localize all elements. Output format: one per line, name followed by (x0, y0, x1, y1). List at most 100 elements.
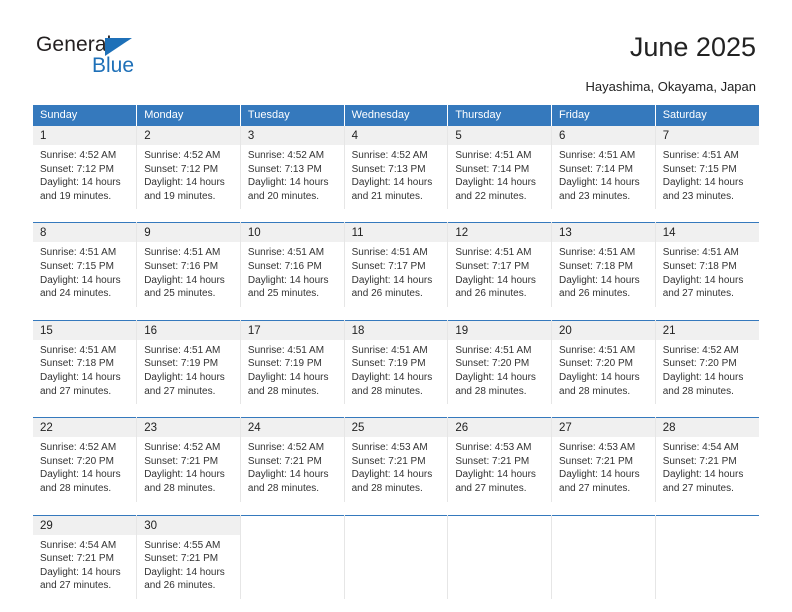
sunrise-text: Sunrise: 4:54 AM (40, 539, 117, 551)
day-number: 8 (33, 223, 137, 243)
day-sun-info: Sunrise: 4:52 AM Sunset: 7:21 PM Daylight:… (137, 437, 240, 501)
sunrise-text: Sunrise: 4:52 AM (40, 442, 117, 454)
day-sun-info: Sunrise: 4:52 AM Sunset: 7:13 PM Daylight:… (241, 145, 344, 209)
day-number: 27 (552, 418, 655, 438)
day-cell[interactable]: 27 Sunrise: 4:53 AM Sunset: 7:21 PM Dayligh… (551, 417, 656, 502)
day-number: 26 (448, 418, 552, 438)
sunrise-text: Sunrise: 4:52 AM (144, 442, 221, 454)
week-row: 15 Sunrise: 4:51 AM Sunset: 7:18 PM Dayligh… (33, 319, 759, 405)
day-cell[interactable]: 18 Sunrise: 4:51 AM Sunset: 7:19 PM Dayligh… (344, 319, 449, 405)
weekday-header-row: Sunday Monday Tuesday Wednesday Thursday… (33, 105, 759, 126)
daylight-text-line1: Daylight: 14 hours (40, 566, 121, 578)
daylight-text-line2: and 27 minutes. (559, 482, 631, 494)
day-cell[interactable]: 8 Sunrise: 4:51 AM Sunset: 7:15 PM Daylight… (33, 222, 138, 307)
daylight-text-line1: Daylight: 14 hours (559, 469, 640, 481)
day-cell[interactable]: 20 Sunrise: 4:51 AM Sunset: 7:20 PM Dayligh… (551, 319, 656, 405)
daylight-text-line2: and 19 minutes. (144, 190, 216, 202)
day-cell[interactable]: 15 Sunrise: 4:51 AM Sunset: 7:18 PM Dayligh… (33, 319, 138, 405)
day-cell[interactable]: 17 Sunrise: 4:51 AM Sunset: 7:19 PM Dayligh… (240, 319, 345, 405)
day-sun-info: Sunrise: 4:51 AM Sunset: 7:15 PM Daylight:… (33, 242, 136, 306)
day-cell[interactable]: 10 Sunrise: 4:51 AM Sunset: 7:16 PM Dayligh… (240, 222, 345, 307)
sunset-text: Sunset: 7:15 PM (662, 163, 737, 175)
day-cell[interactable]: 3 Sunrise: 4:52 AM Sunset: 7:13 PM Daylight… (240, 125, 345, 210)
day-sun-info: Sunrise: 4:52 AM Sunset: 7:12 PM Daylight:… (33, 145, 136, 209)
day-cell[interactable]: 21 Sunrise: 4:52 AM Sunset: 7:20 PM Dayligh… (655, 319, 759, 405)
day-cell[interactable]: 6 Sunrise: 4:51 AM Sunset: 7:14 PM Daylight… (551, 125, 656, 210)
day-number-placeholder (240, 515, 344, 535)
sunset-text: Sunset: 7:20 PM (559, 358, 633, 370)
day-cell[interactable]: 26 Sunrise: 4:53 AM Sunset: 7:21 PM Dayligh… (447, 417, 553, 502)
day-cell-empty (344, 514, 449, 599)
daylight-text-line1: Daylight: 14 hours (559, 274, 640, 286)
daylight-text-line2: and 28 minutes. (40, 482, 112, 494)
sunrise-text: Sunrise: 4:52 AM (247, 150, 325, 161)
day-cell[interactable]: 2 Sunrise: 4:52 AM Sunset: 7:12 PM Daylight… (136, 125, 241, 210)
sunrise-text: Sunrise: 4:54 AM (662, 442, 739, 454)
day-number: 29 (33, 515, 137, 535)
sunset-text: Sunset: 7:20 PM (455, 358, 530, 370)
calendar-table: Sunday Monday Tuesday Wednesday Thursday… (33, 105, 759, 599)
calendar-body: 1 Sunrise: 4:52 AM Sunset: 7:12 PM Daylight… (33, 125, 759, 599)
day-cell[interactable]: 4 Sunrise: 4:52 AM Sunset: 7:13 PM Daylight… (344, 125, 449, 210)
day-cell[interactable]: 23 Sunrise: 4:52 AM Sunset: 7:21 PM Dayligh… (136, 417, 241, 502)
day-number: 2 (137, 126, 240, 145)
week-row-spacer-cell (33, 209, 759, 223)
day-cell[interactable]: 12 Sunrise: 4:51 AM Sunset: 7:17 PM Dayligh… (447, 222, 553, 307)
sunset-text: Sunset: 7:13 PM (247, 163, 322, 175)
day-cell[interactable]: 19 Sunrise: 4:51 AM Sunset: 7:20 PM Dayligh… (447, 319, 553, 405)
sunset-text: Sunset: 7:18 PM (559, 260, 633, 272)
day-number: 24 (240, 418, 344, 438)
day-cell[interactable]: 24 Sunrise: 4:52 AM Sunset: 7:21 PM Dayligh… (240, 417, 345, 502)
day-cell[interactable]: 30 Sunrise: 4:55 AM Sunset: 7:21 PM Dayligh… (136, 514, 241, 599)
day-cell[interactable]: 29 Sunrise: 4:54 AM Sunset: 7:21 PM Dayligh… (33, 514, 138, 599)
day-cell[interactable]: 5 Sunrise: 4:51 AM Sunset: 7:14 PM Daylight… (447, 125, 553, 210)
sunrise-text: Sunrise: 4:51 AM (247, 247, 325, 259)
day-cell[interactable]: 25 Sunrise: 4:53 AM Sunset: 7:21 PM Dayligh… (344, 417, 449, 502)
general-blue-logo[interactable]: General Blue (36, 33, 216, 85)
week-row-spacer (33, 209, 759, 223)
day-sun-info: Sunrise: 4:51 AM Sunset: 7:18 PM Daylight:… (552, 242, 655, 306)
day-number: 5 (448, 126, 552, 145)
sunrise-text: Sunrise: 4:51 AM (559, 247, 636, 259)
day-sun-info: Sunrise: 4:51 AM Sunset: 7:14 PM Daylight:… (552, 145, 655, 209)
day-cell[interactable]: 1 Sunrise: 4:52 AM Sunset: 7:12 PM Daylight… (33, 125, 138, 210)
day-number: 7 (655, 126, 759, 145)
weekday-header-saturday: Saturday (655, 105, 759, 126)
daylight-text-line1: Daylight: 14 hours (455, 371, 536, 383)
day-cell[interactable]: 11 Sunrise: 4:51 AM Sunset: 7:17 PM Dayligh… (344, 222, 449, 307)
daylight-text-line2: and 28 minutes. (247, 482, 320, 494)
day-number: 28 (655, 418, 759, 438)
day-sun-info: Sunrise: 4:52 AM Sunset: 7:12 PM Daylight:… (137, 145, 240, 209)
daylight-text-line1: Daylight: 14 hours (559, 371, 640, 383)
daylight-text-line2: and 28 minutes. (351, 385, 423, 397)
sunrise-text: Sunrise: 4:55 AM (144, 539, 221, 551)
day-cell[interactable]: 28 Sunrise: 4:54 AM Sunset: 7:21 PM Dayligh… (655, 417, 759, 502)
daylight-text-line2: and 22 minutes. (455, 190, 527, 202)
day-number: 16 (137, 320, 240, 340)
sunset-text: Sunset: 7:21 PM (662, 455, 737, 467)
day-sun-info: Sunrise: 4:51 AM Sunset: 7:20 PM Daylight:… (448, 340, 551, 404)
sunset-text: Sunset: 7:19 PM (351, 358, 426, 370)
sunset-text: Sunset: 7:13 PM (351, 163, 426, 175)
daylight-text-line1: Daylight: 14 hours (662, 371, 744, 383)
sunrise-text: Sunrise: 4:53 AM (351, 442, 428, 454)
day-cell[interactable]: 22 Sunrise: 4:52 AM Sunset: 7:20 PM Dayligh… (33, 417, 138, 502)
day-cell[interactable]: 13 Sunrise: 4:51 AM Sunset: 7:18 PM Dayligh… (551, 222, 656, 307)
day-cell[interactable]: 16 Sunrise: 4:51 AM Sunset: 7:19 PM Dayligh… (136, 319, 241, 405)
sunset-text: Sunset: 7:14 PM (559, 163, 633, 175)
week-row-spacer-cell (33, 501, 759, 515)
day-cell[interactable]: 7 Sunrise: 4:51 AM Sunset: 7:15 PM Daylight… (655, 125, 759, 210)
day-cell[interactable]: 9 Sunrise: 4:51 AM Sunset: 7:16 PM Daylight… (136, 222, 241, 307)
daylight-text-line1: Daylight: 14 hours (40, 177, 121, 189)
week-row-spacer (33, 306, 759, 321)
daylight-text-line2: and 24 minutes. (40, 288, 112, 300)
daylight-text-line2: and 26 minutes. (455, 288, 527, 300)
day-sun-info: Sunrise: 4:52 AM Sunset: 7:20 PM Daylight:… (656, 340, 759, 404)
day-sun-info: Sunrise: 4:51 AM Sunset: 7:19 PM Daylight:… (345, 340, 448, 404)
day-cell[interactable]: 14 Sunrise: 4:51 AM Sunset: 7:18 PM Dayligh… (655, 222, 759, 307)
day-number-placeholder (552, 515, 655, 535)
sunset-text: Sunset: 7:19 PM (144, 358, 219, 370)
day-number: 6 (552, 126, 655, 145)
sunset-text: Sunset: 7:21 PM (351, 455, 426, 467)
daylight-text-line1: Daylight: 14 hours (247, 177, 329, 189)
